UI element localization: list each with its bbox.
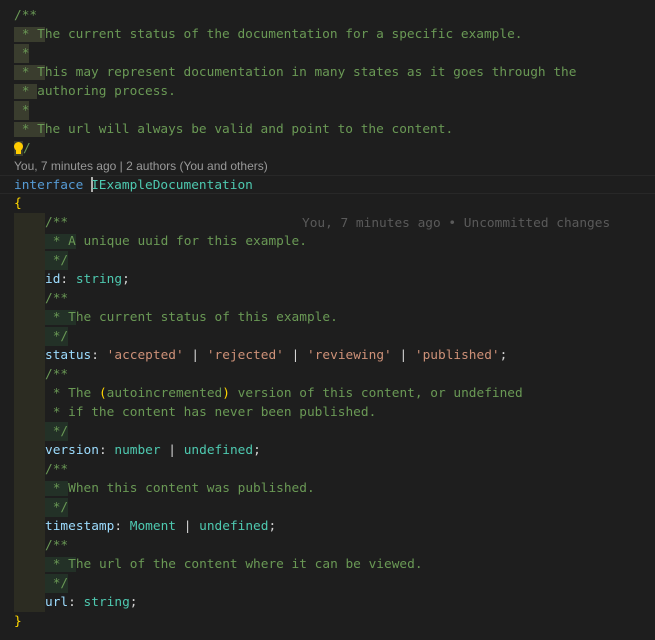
- comment-text: authoring process.: [37, 84, 176, 99]
- code-line: * This may represent documentation in ma…: [14, 65, 577, 80]
- member-status: status: 'accepted' | 'rejected' | 'revie…: [0, 346, 655, 365]
- indent-guide: [14, 213, 45, 232]
- code-line: /: [0, 139, 655, 158]
- code-line: *: [0, 44, 655, 63]
- comment-text: he url will always be valid and point to…: [44, 122, 454, 137]
- property-name: version: [45, 443, 99, 458]
- interface-name: IExampleDocumentation: [91, 178, 253, 193]
- close-brace: }: [14, 614, 22, 629]
- code-line: *: [0, 101, 655, 120]
- code-line: {: [0, 194, 655, 213]
- member-id: id: string;: [0, 270, 655, 289]
- open-brace: {: [14, 196, 22, 211]
- member-url: url: string;: [0, 593, 655, 612]
- property-name: timestamp: [45, 519, 115, 534]
- comment-text: his may represent documentation in many …: [44, 65, 577, 80]
- code-line: * The current status of the documentatio…: [0, 25, 655, 44]
- code-line: * The url will always be valid and point…: [14, 122, 454, 137]
- lightbulb-icon[interactable]: [14, 142, 23, 154]
- code-editor[interactable]: /** * The current status of the document…: [0, 6, 655, 631]
- interface-keyword: interface: [14, 178, 84, 193]
- comment-text: he current status of the documentation f…: [44, 27, 523, 42]
- codelens-line: You, 7 minutes ago | 2 authors (You and …: [0, 158, 655, 175]
- comment-text: *: [14, 101, 30, 120]
- current-line: interface IExampleDocumentation You, 7 m…: [0, 175, 655, 231]
- comment-open: /**: [14, 8, 38, 23]
- code-line: }: [0, 612, 655, 631]
- member-version: version: number | undefined;: [0, 441, 655, 460]
- codelens-authors[interactable]: You, 7 minutes ago | 2 authors (You and …: [14, 158, 268, 175]
- member-timestamp: timestamp: Moment | undefined;: [0, 517, 655, 536]
- property-name: status: [45, 348, 92, 363]
- property-name: id: [45, 272, 61, 287]
- comment-close: /: [23, 141, 31, 156]
- code-line: * authoring process.: [14, 84, 176, 99]
- comment-text: *: [14, 44, 30, 63]
- comment-prefix: * T: [14, 27, 45, 42]
- property-name: url: [45, 595, 69, 610]
- code-line: /**: [0, 6, 655, 25]
